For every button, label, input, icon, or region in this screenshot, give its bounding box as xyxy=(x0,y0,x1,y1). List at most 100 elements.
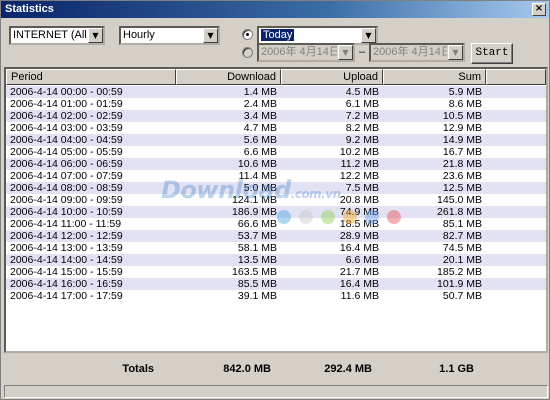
cell-period: 2006-4-14 03:00 - 03:59 xyxy=(10,122,123,134)
date-from-picker[interactable]: 2006年 4月14日 ▼ xyxy=(257,43,355,62)
cell-download: 85.5 MB xyxy=(237,278,277,290)
cell-period: 2006-4-14 17:00 - 17:59 xyxy=(10,290,123,302)
table-row[interactable]: 2006-4-14 16:00 - 16:59 85.5 MB 16.4 MB 101… xyxy=(6,278,546,290)
cell-download: 5.6 MB xyxy=(243,134,277,146)
totals-download: 842.0 MB xyxy=(223,363,271,375)
cell-sum: 12.9 MB xyxy=(442,122,482,134)
cell-sum: 101.9 MB xyxy=(437,278,482,290)
table-row[interactable]: 2006-4-14 04:00 - 04:59 5.6 MB 9.2 MB 14.9 … xyxy=(6,134,546,146)
date-to-picker[interactable]: 2006年 4月14日 ▼ xyxy=(369,43,465,62)
cell-period: 2006-4-14 11:00 - 11:59 xyxy=(10,218,122,230)
cell-download: 13.5 MB xyxy=(237,254,277,266)
table-row[interactable]: 2006-4-14 00:00 - 00:59 1.4 MB 4.5 MB 5.9 M… xyxy=(6,86,546,98)
close-button[interactable]: × xyxy=(532,3,546,16)
granularity-select[interactable]: Hourly ▼ xyxy=(119,26,220,45)
cell-upload: 28.9 MB xyxy=(339,230,379,242)
table-row[interactable]: 2006-4-14 01:00 - 01:59 2.4 MB 6.1 MB 8.6 M… xyxy=(6,98,546,110)
cell-period: 2006-4-14 13:00 - 13:59 xyxy=(10,242,123,254)
cell-sum: 21.8 MB xyxy=(442,158,482,170)
window-title: Statistics xyxy=(5,3,54,15)
totals-sum: 1.1 GB xyxy=(439,363,474,375)
cell-upload: 7.5 MB xyxy=(345,182,379,194)
period-preset-radio[interactable] xyxy=(242,29,253,40)
cell-download: 2.4 MB xyxy=(243,98,277,110)
cell-sum: 16.7 MB xyxy=(442,146,482,158)
cell-download: 11.4 MB xyxy=(238,170,277,182)
table-row[interactable]: 2006-4-14 06:00 - 06:59 10.6 MB 11.2 MB 21.… xyxy=(6,158,546,170)
cell-period: 2006-4-14 12:00 - 12:59 xyxy=(10,230,123,242)
chevron-down-icon[interactable]: ▼ xyxy=(361,28,376,43)
cell-sum: 82.7 MB xyxy=(442,230,482,242)
period-select-value: Today xyxy=(261,28,296,42)
table-row[interactable]: 2006-4-14 09:00 - 09:59 124.1 MB 20.8 MB 14… xyxy=(6,194,546,206)
table-row[interactable]: 2006-4-14 14:00 - 14:59 13.5 MB 6.6 MB 20.1… xyxy=(6,254,546,266)
cell-upload: 16.4 MB xyxy=(339,278,379,290)
statistics-window: Statistics × INTERNET (All PC ▼ Hourly ▼… xyxy=(0,0,550,400)
table-row[interactable]: 2006-4-14 13:00 - 13:59 58.1 MB 16.4 MB 74.… xyxy=(6,242,546,254)
cell-download: 4.7 MB xyxy=(243,122,277,134)
interface-select[interactable]: INTERNET (All PC ▼ xyxy=(9,26,105,45)
table-header: Period Download Upload Sum xyxy=(6,69,546,85)
cell-period: 2006-4-14 05:00 - 05:59 xyxy=(10,146,123,158)
date-to-value: 2006年 4月14日 xyxy=(373,46,447,58)
start-button[interactable]: Start xyxy=(471,43,513,64)
cell-sum: 261.8 MB xyxy=(437,206,482,218)
chevron-down-icon[interactable]: ▼ xyxy=(88,28,103,43)
table-body: 2006-4-14 00:00 - 00:59 1.4 MB 4.5 MB 5.9 M… xyxy=(6,86,546,302)
totals-upload: 292.4 MB xyxy=(324,363,372,375)
cell-download: 53.7 MB xyxy=(237,230,277,242)
cell-download: 10.6 MB xyxy=(237,158,277,170)
table-row[interactable]: 2006-4-14 11:00 - 11:59 66.6 MB 18.5 MB 85.… xyxy=(6,218,546,230)
cell-upload: 18.5 MB xyxy=(339,218,379,230)
granularity-select-value: Hourly xyxy=(123,29,155,41)
cell-period: 2006-4-14 16:00 - 16:59 xyxy=(10,278,123,290)
cell-sum: 185.2 MB xyxy=(437,266,482,278)
cell-upload: 6.6 MB xyxy=(345,254,379,266)
cell-sum: 145.0 MB xyxy=(437,194,482,206)
column-header-download[interactable]: Download xyxy=(176,69,281,85)
cell-sum: 8.6 MB xyxy=(448,98,482,110)
cell-sum: 74.5 MB xyxy=(442,242,482,254)
table-row[interactable]: 2006-4-14 12:00 - 12:59 53.7 MB 28.9 MB 82.… xyxy=(6,230,546,242)
table-row[interactable]: 2006-4-14 05:00 - 05:59 6.6 MB 10.2 MB 16.7… xyxy=(6,146,546,158)
table-row[interactable]: 2006-4-14 02:00 - 02:59 3.4 MB 7.2 MB 10.5 … xyxy=(6,110,546,122)
date-range-radio[interactable] xyxy=(242,47,253,58)
date-range-separator: – xyxy=(359,46,366,58)
cell-sum: 23.6 MB xyxy=(442,170,482,182)
statistics-table[interactable]: Period Download Upload Sum 2006-4-14 00:… xyxy=(4,67,548,353)
cell-period: 2006-4-14 00:00 - 00:59 xyxy=(10,86,123,98)
chevron-down-icon[interactable]: ▼ xyxy=(203,28,218,43)
column-header-sum[interactable]: Sum xyxy=(383,69,486,85)
column-header-upload[interactable]: Upload xyxy=(281,69,383,85)
chevron-down-icon[interactable]: ▼ xyxy=(338,45,353,60)
cell-upload: 21.7 MB xyxy=(339,266,379,278)
cell-upload: 74.9 MB xyxy=(339,206,379,218)
cell-period: 2006-4-14 04:00 - 04:59 xyxy=(10,134,123,146)
cell-download: 1.4 MB xyxy=(243,86,277,98)
chevron-down-icon[interactable]: ▼ xyxy=(448,45,463,60)
table-row[interactable]: 2006-4-14 10:00 - 10:59 186.9 MB 74.9 MB 26… xyxy=(6,206,546,218)
cell-download: 6.6 MB xyxy=(243,146,277,158)
table-row[interactable]: 2006-4-14 17:00 - 17:59 39.1 MB 11.6 MB 50.… xyxy=(6,290,546,302)
cell-upload: 12.2 MB xyxy=(339,170,379,182)
cell-period: 2006-4-14 07:00 - 07:59 xyxy=(10,170,123,182)
cell-sum: 12.5 MB xyxy=(442,182,482,194)
cell-period: 2006-4-14 02:00 - 02:59 xyxy=(10,110,123,122)
status-bar xyxy=(4,385,548,398)
table-row[interactable]: 2006-4-14 15:00 - 15:59 163.5 MB 21.7 MB 18… xyxy=(6,266,546,278)
cell-download: 3.4 MB xyxy=(243,110,277,122)
cell-download: 58.1 MB xyxy=(237,242,277,254)
column-header-period[interactable]: Period xyxy=(6,69,176,85)
table-row[interactable]: 2006-4-14 03:00 - 03:59 4.7 MB 8.2 MB 12.9 … xyxy=(6,122,546,134)
cell-sum: 20.1 MB xyxy=(442,254,482,266)
table-row[interactable]: 2006-4-14 07:00 - 07:59 11.4 MB 12.2 MB 23.… xyxy=(6,170,546,182)
cell-period: 2006-4-14 01:00 - 01:59 xyxy=(10,98,123,110)
totals-bar: Totals 842.0 MB 292.4 MB 1.1 GB xyxy=(4,356,548,382)
totals-label: Totals xyxy=(122,363,154,375)
cell-period: 2006-4-14 08:00 - 08:59 xyxy=(10,182,123,194)
cell-period: 2006-4-14 10:00 - 10:59 xyxy=(10,206,123,218)
cell-upload: 7.2 MB xyxy=(345,110,379,122)
table-row[interactable]: 2006-4-14 08:00 - 08:59 5.0 MB 7.5 MB 12.5 … xyxy=(6,182,546,194)
cell-period: 2006-4-14 15:00 - 15:59 xyxy=(10,266,123,278)
title-bar: Statistics × xyxy=(1,1,549,18)
